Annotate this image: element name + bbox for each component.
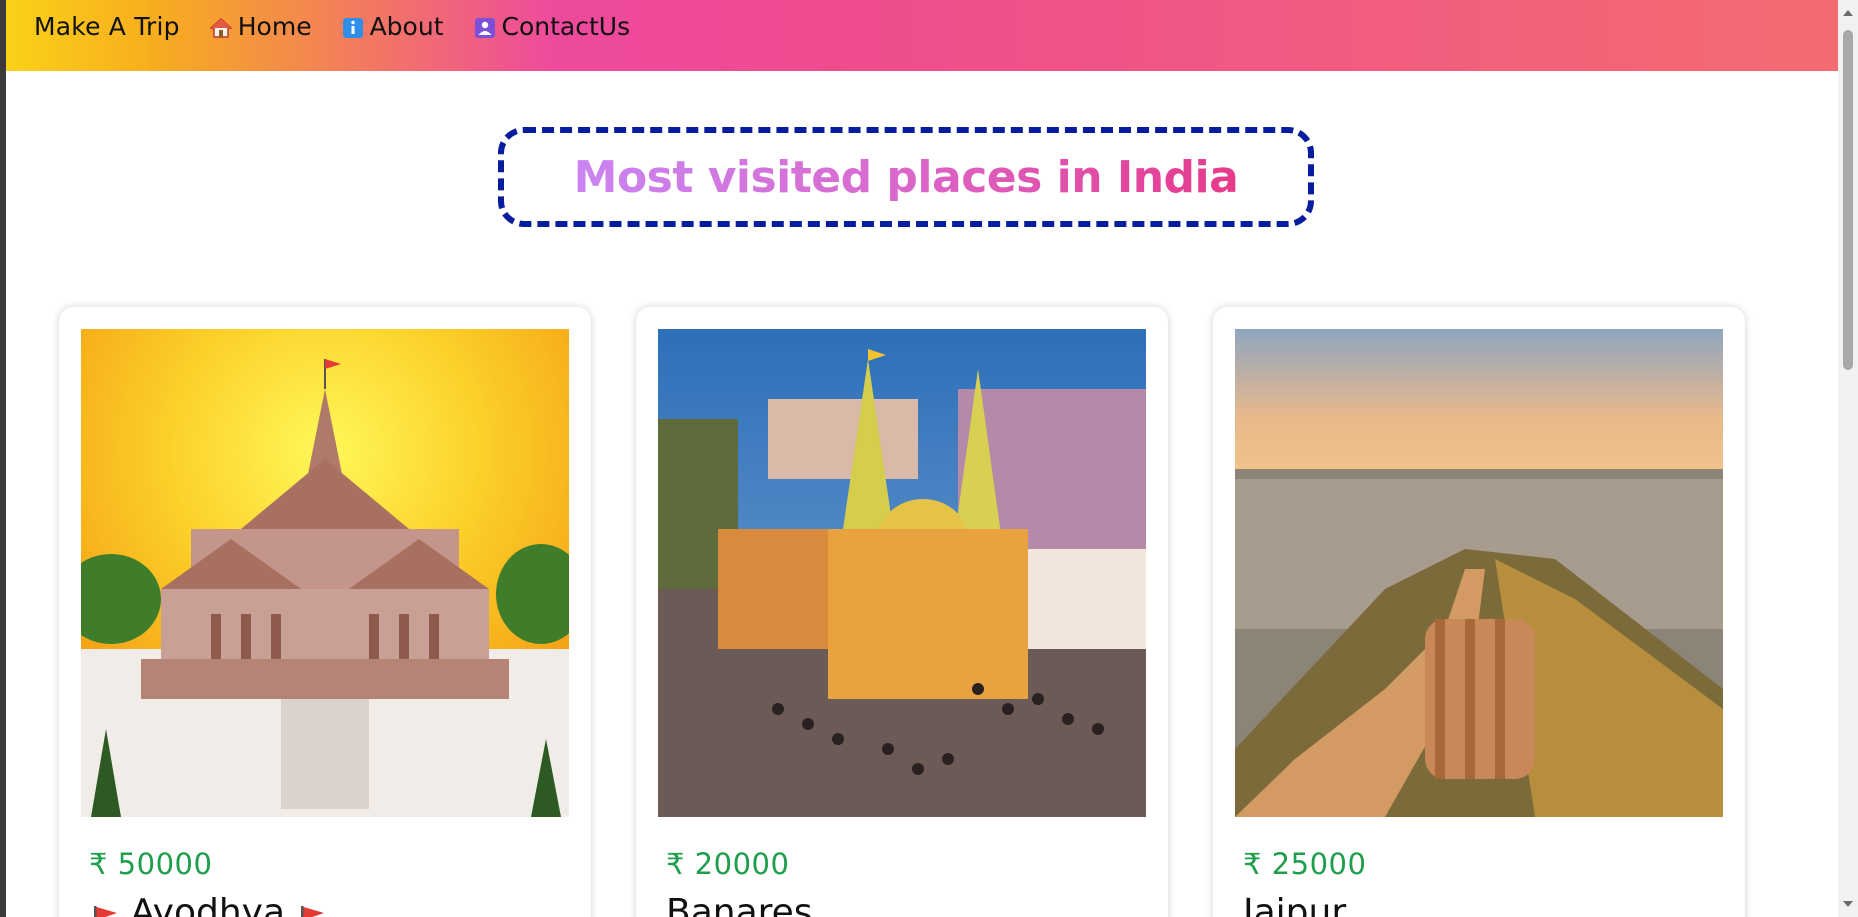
vertical-scrollbar[interactable] (1838, 0, 1858, 917)
kashi-vishwanath-image (658, 329, 1146, 817)
top-navbar: Make A Trip Home About ContactUs (6, 0, 1838, 71)
place-card-ayodhya[interactable]: ₹ 50000 Ayodhya (59, 307, 591, 917)
page-viewport: Make A Trip Home About ContactUs Most vi… (6, 0, 1838, 917)
place-card-jaipur[interactable]: ₹ 25000 Jaipur (1213, 307, 1745, 917)
page-title: Most visited places in India (573, 151, 1239, 203)
contact-card-icon (474, 16, 496, 38)
nav-about-link[interactable]: About (342, 12, 444, 41)
info-icon (342, 16, 364, 38)
nav-contact-link[interactable]: ContactUs (474, 12, 631, 41)
flag-icon (89, 900, 119, 917)
place-name-jaipur: Jaipur (1243, 892, 1347, 917)
price-label: ₹ 20000 (666, 847, 790, 881)
place-card-banares[interactable]: ₹ 20000 Banares (636, 307, 1168, 917)
nav-home-link[interactable]: Home (208, 12, 312, 41)
price-label: ₹ 25000 (1243, 847, 1367, 881)
flag-icon (296, 900, 326, 917)
scroll-down-arrow-icon[interactable] (1843, 901, 1853, 907)
nav-contact-label: ContactUs (501, 12, 631, 41)
jaipur-fort-wall-image (1235, 329, 1723, 817)
scrollbar-thumb[interactable] (1843, 30, 1853, 370)
place-name-ayodhya: Ayodhya (89, 892, 326, 917)
section-heading-box: Most visited places in India (498, 127, 1314, 227)
place-name-banares: Banares (666, 892, 813, 917)
house-icon (208, 16, 233, 38)
scroll-up-arrow-icon[interactable] (1843, 10, 1853, 16)
place-name-label: Ayodhya (130, 892, 285, 917)
nav-about-label: About (369, 12, 444, 41)
price-label: ₹ 50000 (89, 847, 213, 881)
brand-logo-text[interactable]: Make A Trip (34, 12, 180, 41)
nav-home-label: Home (237, 12, 312, 41)
ram-temple-image (81, 329, 569, 817)
